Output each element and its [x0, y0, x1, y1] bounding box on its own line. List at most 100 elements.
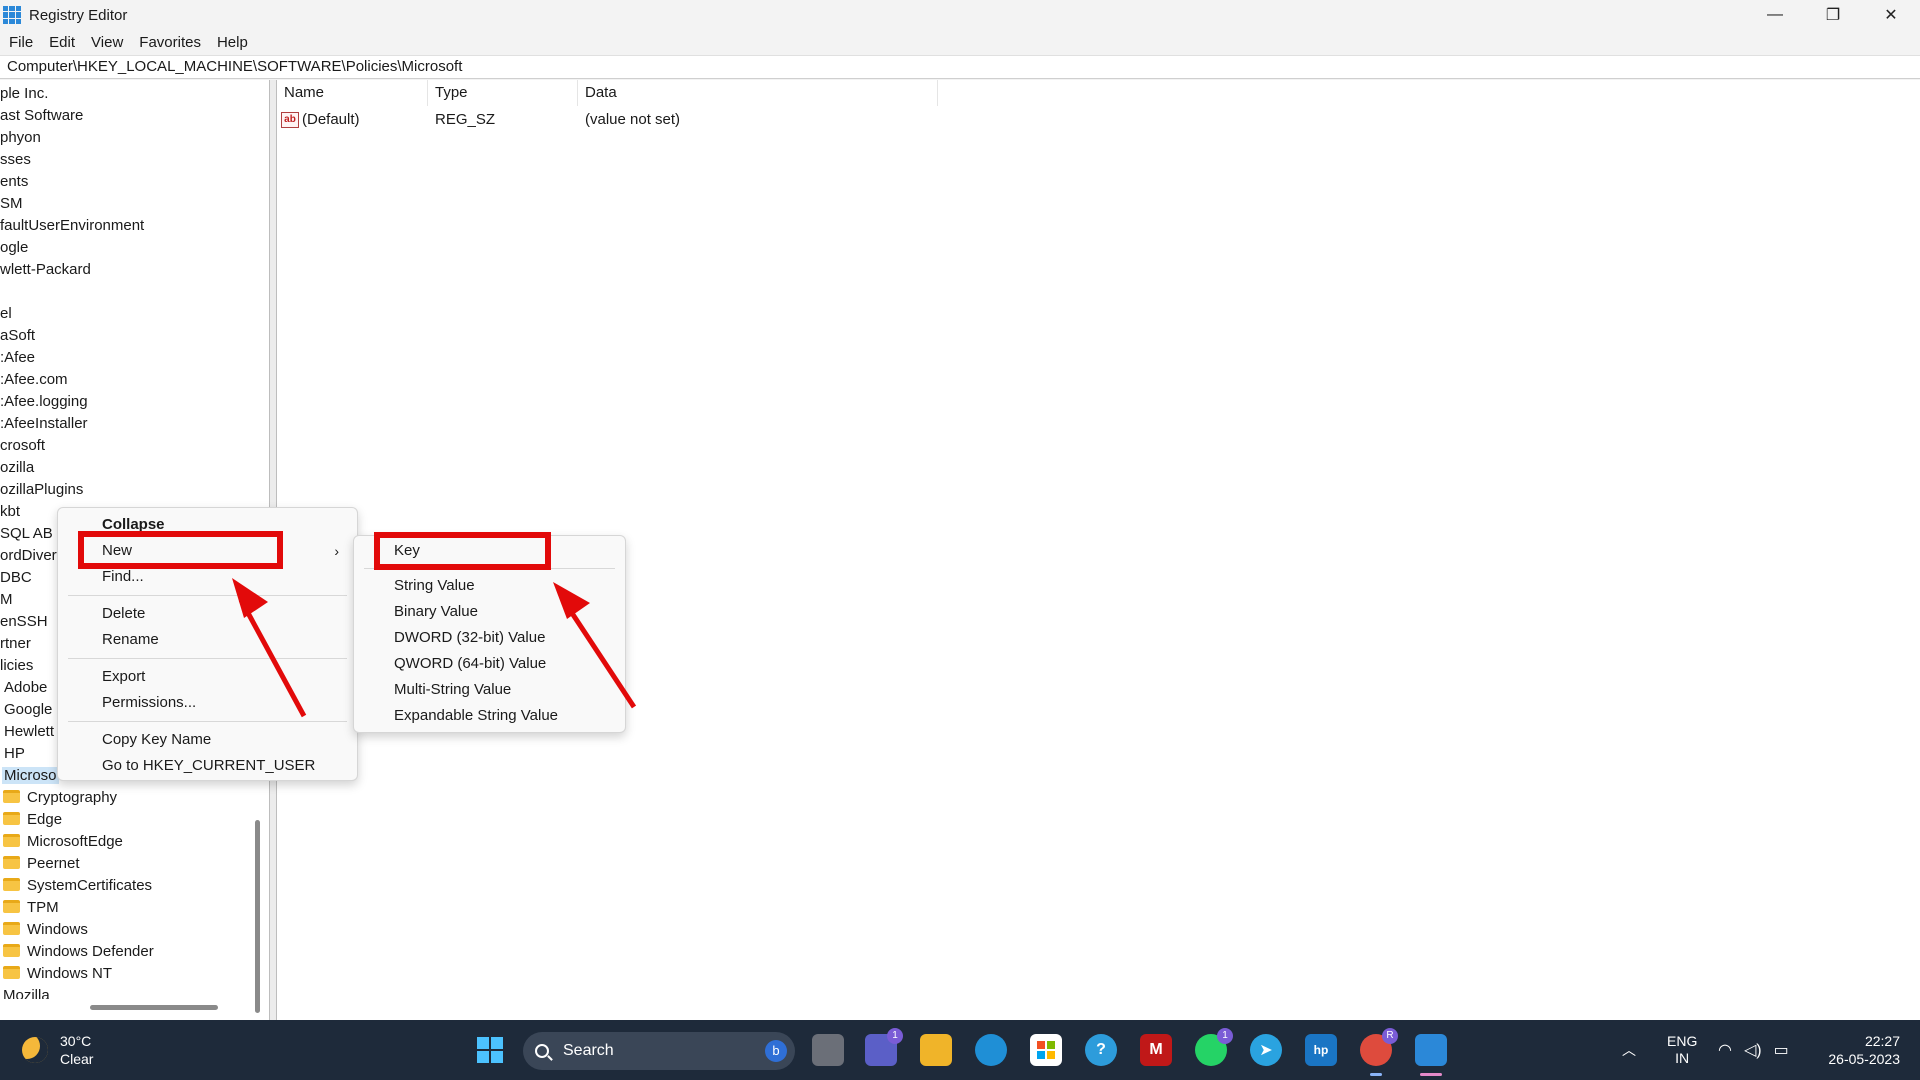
submenu-binary-value[interactable]: Binary Value	[354, 600, 625, 624]
submenu-expandable-string-value[interactable]: Expandable String Value	[354, 704, 625, 728]
tree-item[interactable]: ple Inc.	[0, 83, 48, 105]
registry-editor-icon	[3, 6, 21, 24]
tree-folder[interactable]: MicrosoftEdge	[3, 831, 123, 853]
chevron-right-icon: ›	[334, 543, 339, 559]
tree-item[interactable]: Adobe	[4, 677, 47, 699]
tree-item[interactable]: :Afee.com	[0, 369, 68, 391]
menu-delete[interactable]: Delete	[58, 602, 357, 626]
tree-item[interactable]: SM	[0, 193, 23, 215]
tree-item[interactable]: Hewlett	[4, 721, 54, 743]
tree-folder[interactable]: Peernet	[3, 853, 80, 875]
menu-separator	[68, 658, 347, 659]
get-help-icon[interactable]: ?	[1085, 1034, 1117, 1066]
menu-rename[interactable]: Rename	[58, 628, 357, 652]
menu-permissions[interactable]: Permissions...	[58, 691, 357, 715]
column-name[interactable]: Name	[277, 80, 428, 106]
store-icon[interactable]	[1030, 1034, 1062, 1066]
tree-item[interactable]: Mozilla	[3, 985, 50, 999]
tree-folder[interactable]: TPM	[3, 897, 59, 919]
tree-item[interactable]: DBC	[0, 567, 32, 589]
tree-item[interactable]: ozilla	[0, 457, 34, 479]
taskbar: 30°C Clear Search b 1 ? M 1 ➤ hp R ︿ ENG…	[0, 1020, 1920, 1080]
tree-item[interactable]: aSoft	[0, 325, 35, 347]
whatsapp-icon[interactable]: 1	[1195, 1028, 1233, 1066]
bing-icon: b	[765, 1040, 787, 1062]
tree-folder[interactable]: Cryptography	[3, 787, 117, 809]
menu-export[interactable]: Export	[58, 665, 357, 689]
menu-copy-key-name[interactable]: Copy Key Name	[58, 728, 357, 752]
submenu-string-value[interactable]: String Value	[354, 574, 625, 598]
minimize-button[interactable]: —	[1746, 0, 1804, 30]
tree-folder[interactable]: SystemCertificates	[3, 875, 152, 897]
volume-icon: ◁)	[1743, 1042, 1762, 1059]
chrome-icon[interactable]: R	[1360, 1028, 1398, 1066]
tree-item[interactable]: phyon	[0, 127, 41, 149]
weather-widget[interactable]: 30°C Clear	[22, 1032, 93, 1068]
mcafee-icon[interactable]: M	[1140, 1034, 1172, 1066]
tree-item[interactable]: HP	[4, 743, 25, 765]
tree-item[interactable]: M	[0, 589, 13, 611]
tree-item[interactable]: kbt	[0, 501, 20, 523]
tree-item[interactable]: ents	[0, 171, 28, 193]
tree-item[interactable]: rtner	[0, 633, 31, 655]
menu-view[interactable]: View	[83, 34, 131, 51]
tree-vertical-scrollbar[interactable]	[255, 820, 260, 1013]
tree-item[interactable]: crosoft	[0, 435, 45, 457]
start-icon[interactable]	[474, 1034, 506, 1066]
tree-item[interactable]: Google	[4, 699, 52, 721]
teams-icon[interactable]: 1	[865, 1028, 903, 1066]
chrome-active-indicator	[1370, 1073, 1382, 1076]
tree-item[interactable]: enSSH	[0, 611, 48, 633]
tree-folder[interactable]: Windows NT	[3, 963, 112, 985]
submenu-dword-value[interactable]: DWORD (32-bit) Value	[354, 626, 625, 650]
taskbar-search[interactable]: Search b	[523, 1032, 795, 1070]
tree-item[interactable]: :AfeeInstaller	[0, 413, 88, 435]
submenu-multi-string-value[interactable]: Multi-String Value	[354, 678, 625, 702]
tree-folder[interactable]: Edge	[3, 809, 62, 831]
telegram-icon[interactable]: ➤	[1250, 1034, 1282, 1066]
menu-edit[interactable]: Edit	[41, 34, 83, 51]
tree-item[interactable]: ogle	[0, 237, 28, 259]
tree-folder[interactable]: Windows	[3, 919, 88, 941]
address-bar[interactable]: Computer\HKEY_LOCAL_MACHINE\SOFTWARE\Pol…	[0, 55, 1920, 79]
tree-folder[interactable]: Windows Defender	[3, 941, 154, 963]
tree-item[interactable]: el	[0, 303, 12, 325]
column-data[interactable]: Data	[578, 80, 938, 106]
submenu-qword-value[interactable]: QWORD (64-bit) Value	[354, 652, 625, 676]
tree-item[interactable]: wlett-Packard	[0, 259, 91, 281]
tree-item[interactable]: faultUserEnvironment	[0, 215, 144, 237]
tree-item[interactable]: ordDivert	[0, 545, 61, 567]
folder-icon	[3, 966, 20, 979]
tree-item-selected[interactable]: Microso	[2, 765, 59, 787]
myhp-icon[interactable]: hp	[1305, 1034, 1337, 1066]
system-tray-icons[interactable]: ◠ ◁) ▭	[1718, 1020, 1789, 1080]
regedit-taskbar-icon[interactable]	[1415, 1034, 1447, 1066]
edge-icon[interactable]	[975, 1034, 1007, 1066]
title-bar: Registry Editor — ❐ ✕	[0, 0, 1920, 30]
close-button[interactable]: ✕	[1862, 0, 1920, 30]
wifi-icon: ◠	[1718, 1042, 1732, 1059]
value-row[interactable]: ab (Default) REG_SZ (value not set)	[277, 108, 938, 132]
tree-item[interactable]: :Afee	[0, 347, 35, 369]
highlight-key	[374, 532, 551, 570]
language-indicator[interactable]: ENG IN	[1667, 1020, 1697, 1080]
tree-item[interactable]: licies	[0, 655, 33, 677]
menu-favorites[interactable]: Favorites	[131, 34, 209, 51]
menu-help[interactable]: Help	[209, 34, 256, 51]
menu-separator	[68, 595, 347, 596]
clock[interactable]: 22:27 26-05-2023	[1816, 1020, 1900, 1080]
tree-item[interactable]: ast Software	[0, 105, 83, 127]
menu-file[interactable]: File	[0, 34, 41, 51]
menu-goto-hkcu[interactable]: Go to HKEY_CURRENT_USER	[58, 754, 357, 778]
maximize-button[interactable]: ❐	[1804, 0, 1862, 30]
show-hidden-icons[interactable]: ︿	[1622, 1020, 1636, 1080]
column-type[interactable]: Type	[428, 80, 578, 106]
file-explorer-icon[interactable]	[920, 1034, 952, 1066]
task-view-icon[interactable]	[812, 1034, 844, 1066]
tree-item[interactable]: ozillaPlugins	[0, 479, 83, 501]
tree-item[interactable]: SQL AB	[0, 523, 53, 545]
regedit-active-indicator	[1420, 1073, 1442, 1076]
tree-item[interactable]: sses	[0, 149, 31, 171]
tree-item[interactable]: :Afee.logging	[0, 391, 88, 413]
tree-horizontal-scrollbar[interactable]	[90, 1005, 218, 1010]
